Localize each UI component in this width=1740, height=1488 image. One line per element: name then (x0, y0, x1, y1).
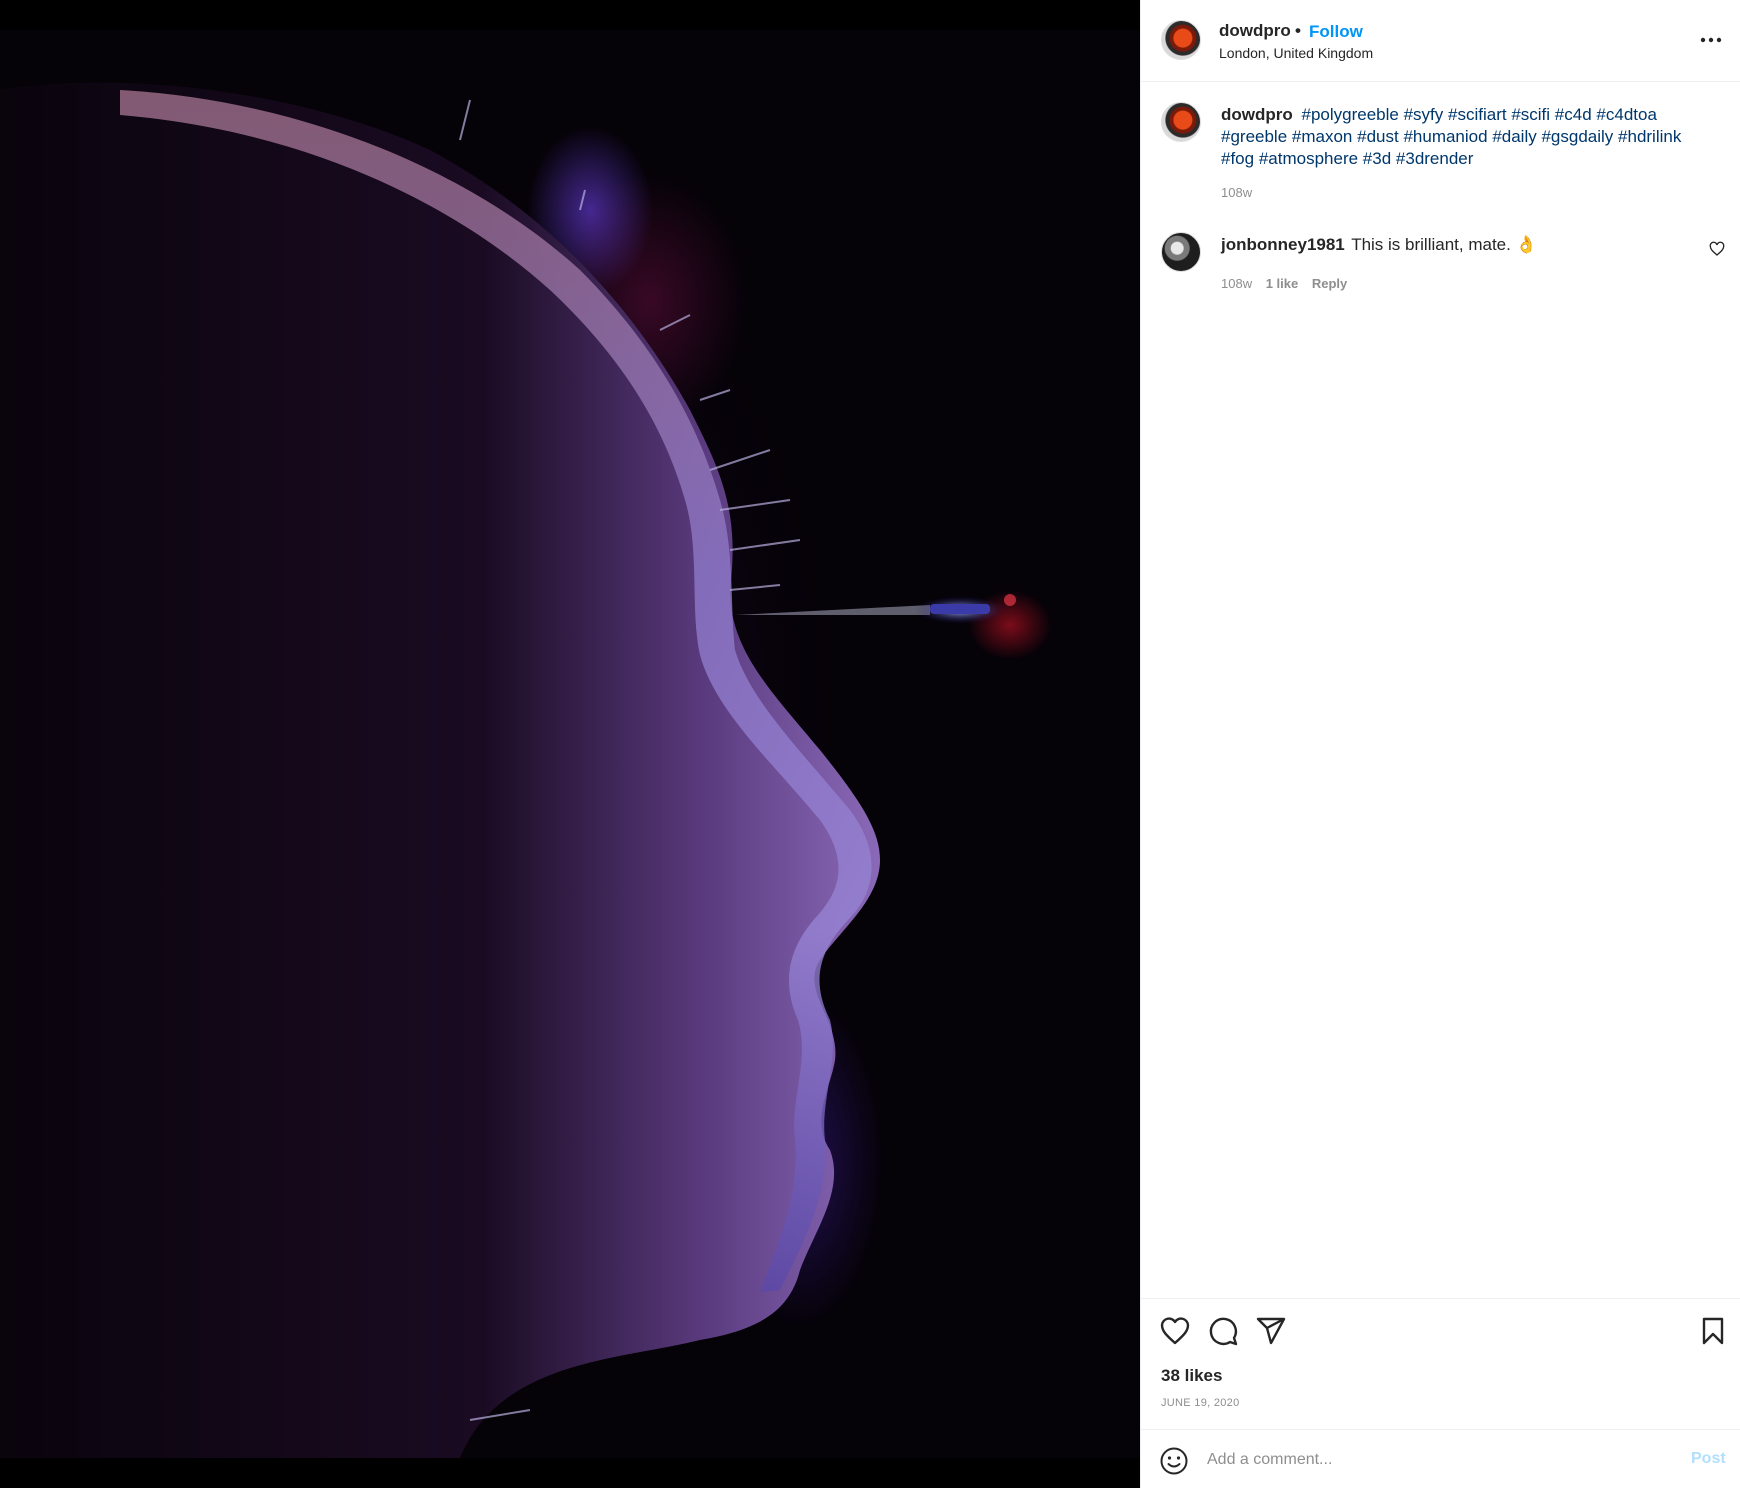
hashtag[interactable]: #dust (1357, 127, 1399, 146)
hashtag[interactable]: #daily (1492, 127, 1536, 146)
emoji-icon[interactable] (1159, 1446, 1189, 1476)
caption-timestamp[interactable]: 108w (1221, 185, 1252, 200)
head-silhouette (0, 82, 880, 1458)
comment-timestamp[interactable]: 108w (1221, 276, 1252, 291)
hashtag[interactable]: #syfy (1404, 105, 1444, 124)
caption-text: dowdpro #polygreeble #syfy #scifiart #sc… (1221, 104, 1711, 170)
caption-username[interactable]: dowdpro (1221, 105, 1293, 124)
hashtag[interactable]: #hdrilink (1618, 127, 1681, 146)
comment-input[interactable] (1207, 1444, 1647, 1476)
hashtag[interactable]: #3drender (1396, 149, 1474, 168)
hashtag[interactable]: #gsgdaily (1541, 127, 1613, 146)
author-username[interactable]: dowdpro (1219, 21, 1291, 41)
share-icon[interactable] (1255, 1315, 1287, 1347)
comment-text: jonbonney1981 This is brilliant, mate. 👌 (1221, 235, 1537, 255)
heart-icon[interactable] (1159, 1315, 1191, 1347)
hashtag[interactable]: #maxon (1292, 127, 1352, 146)
hashtag[interactable]: #atmosphere (1259, 149, 1358, 168)
reply-button[interactable]: Reply (1312, 276, 1347, 291)
hashtag[interactable]: #polygreeble (1302, 105, 1399, 124)
hashtag[interactable]: #3d (1363, 149, 1391, 168)
hashtag[interactable]: #greeble (1221, 127, 1287, 146)
comment-meta: 108w 1 like Reply (1221, 276, 1357, 291)
post-image[interactable] (0, 30, 1140, 1458)
hashtag[interactable]: #c4dtoa (1596, 105, 1657, 124)
post-actions: 38 likes JUNE 19, 2020 Post (1141, 1298, 1740, 1488)
author-avatar[interactable] (1161, 20, 1201, 60)
comment-message: This is brilliant, mate. 👌 (1351, 235, 1537, 254)
follow-button[interactable]: Follow (1309, 22, 1363, 42)
post-image-artwork (0, 82, 1016, 1458)
commenter-username[interactable]: jonbonney1981 (1221, 235, 1345, 254)
comment-likes[interactable]: 1 like (1266, 276, 1299, 291)
post-media-panel (0, 0, 1140, 1488)
post-location[interactable]: London, United Kingdom (1219, 45, 1373, 61)
likes-count[interactable]: 38 likes (1161, 1366, 1222, 1386)
add-comment-bar: Post (1141, 1429, 1740, 1488)
commenter-avatar[interactable] (1161, 232, 1201, 272)
header-separator: • (1295, 21, 1301, 40)
comment-heart-icon[interactable] (1709, 241, 1725, 257)
post-header: dowdpro • Follow London, United Kingdom (1141, 0, 1740, 82)
comment-icon[interactable] (1207, 1315, 1239, 1347)
caption-author-avatar[interactable] (1161, 102, 1201, 142)
more-horizontal-icon[interactable] (1697, 26, 1725, 50)
hashtag[interactable]: #fog (1221, 149, 1254, 168)
post-sidebar: dowdpro • Follow London, United Kingdom … (1140, 0, 1740, 1488)
hashtag[interactable]: #c4d (1555, 105, 1592, 124)
post-date: JUNE 19, 2020 (1161, 1397, 1240, 1409)
bookmark-icon[interactable] (1697, 1315, 1729, 1347)
hashtag[interactable]: #humaniod (1403, 127, 1487, 146)
hashtag[interactable]: #scifiart (1448, 105, 1507, 124)
ship-light-beam (735, 605, 930, 615)
hashtag[interactable]: #scifi (1511, 105, 1550, 124)
post-comment-button[interactable]: Post (1691, 1450, 1726, 1468)
